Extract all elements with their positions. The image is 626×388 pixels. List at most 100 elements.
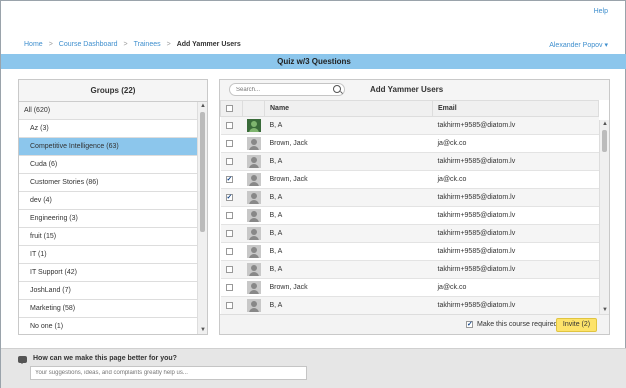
table-row[interactable]: Brown, Jackja@ck.co bbox=[220, 134, 599, 153]
table-row[interactable]: B, Atakhirm+9585@diatom.lv bbox=[220, 188, 599, 207]
avatar-cell bbox=[242, 188, 265, 207]
breadcrumb: Home > Course Dashboard > Trainees > Add… bbox=[24, 41, 241, 48]
user-email-cell: takhirm+9585@diatom.lv bbox=[432, 188, 599, 207]
scroll-up-icon[interactable]: ▲ bbox=[198, 102, 208, 110]
make-required-option[interactable]: Make this course required bbox=[466, 320, 558, 328]
users-scrollbar[interactable]: ▲ ▼ bbox=[599, 120, 609, 314]
row-checkbox[interactable] bbox=[225, 121, 233, 129]
yammer-panel: Add Yammer Users Name Email B, Atakhirm+… bbox=[219, 79, 610, 335]
breadcrumb-home[interactable]: Home bbox=[24, 41, 43, 48]
user-email-cell: takhirm+9585@diatom.lv bbox=[432, 224, 599, 243]
user-email-cell: takhirm+9585@diatom.lv bbox=[432, 242, 599, 261]
row-checkbox[interactable] bbox=[225, 193, 233, 201]
row-checkbox[interactable] bbox=[225, 247, 233, 255]
group-item[interactable]: Engineering (3) bbox=[19, 210, 197, 228]
breadcrumb-trainees[interactable]: Trainees bbox=[134, 41, 161, 48]
breadcrumb-current: Add Yammer Users bbox=[176, 41, 241, 48]
yammer-title: Add Yammer Users bbox=[370, 85, 444, 94]
table-row[interactable]: B, Atakhirm+9585@diatom.lv bbox=[220, 116, 599, 135]
user-name-cell: B, A bbox=[264, 224, 433, 243]
scroll-thumb[interactable] bbox=[602, 130, 607, 152]
user-email-cell: ja@ck.co bbox=[432, 134, 599, 153]
group-item[interactable]: JoshLand (7) bbox=[19, 282, 197, 300]
table-row[interactable]: B, Atakhirm+9585@diatom.lv bbox=[220, 224, 599, 243]
table-row[interactable]: B, Atakhirm+9585@diatom.lv bbox=[220, 296, 599, 315]
row-select-cell bbox=[220, 134, 243, 153]
search-input[interactable] bbox=[236, 84, 330, 95]
avatar-cell bbox=[242, 278, 265, 297]
name-column-header[interactable]: Name bbox=[264, 100, 433, 117]
yammer-users-table: Name Email B, Atakhirm+9585@diatom.lv Bro… bbox=[220, 100, 599, 315]
user-email-cell: takhirm+9585@diatom.lv bbox=[432, 206, 599, 225]
search-box[interactable] bbox=[229, 83, 345, 96]
row-checkbox[interactable] bbox=[225, 265, 233, 273]
group-item[interactable]: Cuda (6) bbox=[19, 156, 197, 174]
group-item[interactable]: fruit (15) bbox=[19, 228, 197, 246]
row-select-cell bbox=[220, 170, 243, 189]
email-column-header[interactable]: Email bbox=[432, 100, 599, 117]
row-select-cell bbox=[220, 242, 243, 261]
scroll-up-icon[interactable]: ▲ bbox=[600, 120, 610, 128]
row-checkbox[interactable] bbox=[225, 157, 233, 165]
select-all-header bbox=[220, 100, 243, 117]
row-select-cell bbox=[220, 278, 243, 297]
user-name-cell: Brown, Jack bbox=[264, 170, 433, 189]
select-all-checkbox[interactable] bbox=[226, 104, 233, 112]
group-item[interactable]: No one (1) bbox=[19, 318, 197, 334]
table-row[interactable]: Brown, Jackja@ck.co bbox=[220, 170, 599, 189]
avatar-cell bbox=[242, 116, 265, 135]
avatar-placeholder-icon bbox=[246, 155, 261, 168]
group-item[interactable]: IT (1) bbox=[19, 246, 197, 264]
row-checkbox[interactable] bbox=[225, 283, 233, 291]
scroll-down-icon[interactable]: ▼ bbox=[600, 306, 610, 314]
user-name-cell: B, A bbox=[264, 206, 433, 225]
user-name: Alexander Popov bbox=[549, 42, 603, 49]
group-item[interactable]: Az (3) bbox=[19, 120, 197, 138]
group-item[interactable]: Competitive Intelligence (63) bbox=[19, 138, 197, 156]
group-item[interactable]: Customer Stories (86) bbox=[19, 174, 197, 192]
group-item[interactable]: IT Support (42) bbox=[19, 264, 197, 282]
search-icon[interactable] bbox=[333, 85, 341, 93]
table-row[interactable]: B, Atakhirm+9585@diatom.lv bbox=[220, 152, 599, 171]
scroll-thumb[interactable] bbox=[200, 112, 205, 232]
triangle-down-icon: ▾ bbox=[604, 42, 608, 49]
row-select-cell bbox=[220, 206, 243, 225]
avatar-cell bbox=[242, 242, 265, 261]
feedback-question: How can we make this page better for you… bbox=[33, 355, 177, 362]
group-item-all[interactable]: All (620) bbox=[19, 102, 197, 120]
table-row[interactable]: B, Atakhirm+9585@diatom.lv bbox=[220, 242, 599, 261]
row-checkbox[interactable] bbox=[225, 229, 233, 237]
table-row[interactable]: Brown, Jackja@ck.co bbox=[220, 278, 599, 297]
group-item[interactable]: dev (4) bbox=[19, 192, 197, 210]
feedback-bar: How can we make this page better for you… bbox=[1, 348, 626, 388]
scroll-down-icon[interactable]: ▼ bbox=[198, 326, 208, 334]
user-menu[interactable]: Alexander Popov ▾ bbox=[549, 41, 608, 49]
table-row[interactable]: B, Atakhirm+9585@diatom.lv bbox=[220, 260, 599, 279]
user-email-cell: ja@ck.co bbox=[432, 170, 599, 189]
groups-list: All (620) Az (3) Competitive Intelligence … bbox=[19, 102, 197, 334]
avatar-placeholder-icon bbox=[246, 191, 261, 204]
table-row[interactable]: B, Atakhirm+9585@diatom.lv bbox=[220, 206, 599, 225]
row-checkbox[interactable] bbox=[225, 139, 233, 147]
user-name-cell: B, A bbox=[264, 260, 433, 279]
group-item[interactable]: Marketing (58) bbox=[19, 300, 197, 318]
user-name-cell: B, A bbox=[264, 242, 433, 261]
avatar-placeholder-icon bbox=[246, 173, 261, 186]
breadcrumb-separator: > bbox=[123, 41, 128, 48]
feedback-input[interactable] bbox=[30, 366, 307, 380]
row-checkbox[interactable] bbox=[225, 211, 233, 219]
help-link[interactable]: Help bbox=[594, 8, 608, 15]
row-checkbox[interactable] bbox=[225, 301, 233, 309]
avatar-cell bbox=[242, 206, 265, 225]
make-required-checkbox[interactable] bbox=[466, 320, 473, 328]
row-select-cell bbox=[220, 224, 243, 243]
groups-scrollbar[interactable]: ▲ ▼ bbox=[197, 102, 207, 334]
page-title: Quiz w/3 Questions bbox=[1, 54, 626, 69]
row-checkbox[interactable] bbox=[225, 175, 233, 183]
row-select-cell bbox=[220, 116, 243, 135]
row-select-cell bbox=[220, 260, 243, 279]
user-name-cell: B, A bbox=[264, 116, 433, 135]
invite-button[interactable]: Invite (2) bbox=[556, 318, 597, 332]
breadcrumb-separator: > bbox=[166, 41, 171, 48]
breadcrumb-course-dashboard[interactable]: Course Dashboard bbox=[59, 41, 118, 48]
